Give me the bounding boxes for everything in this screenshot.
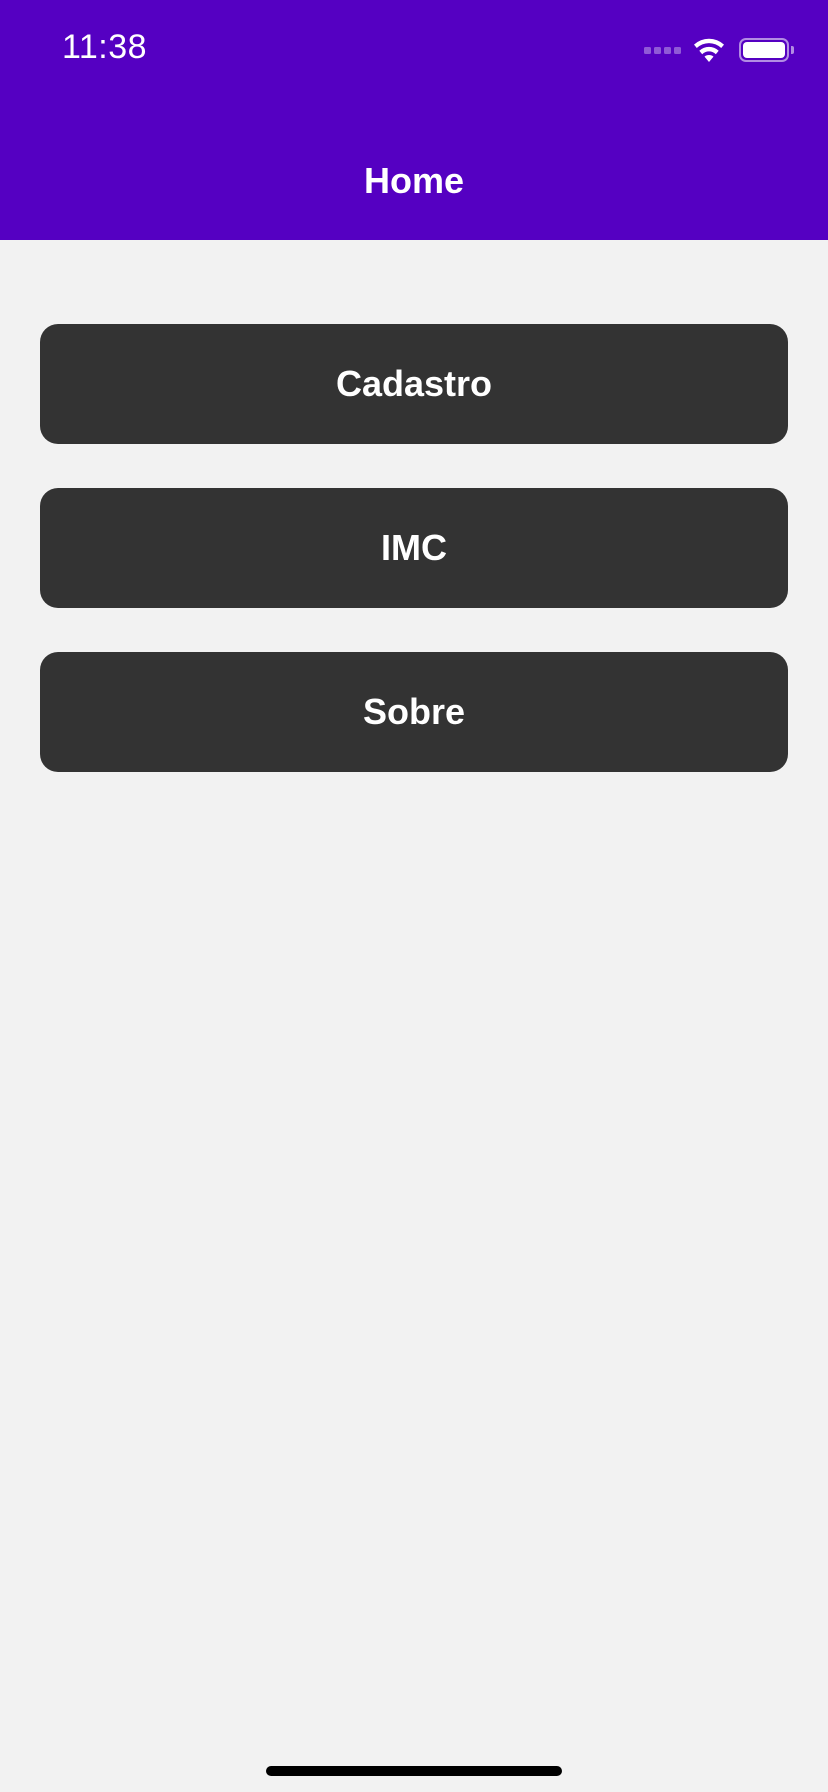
status-bar-time: 11:38	[62, 28, 148, 66]
home-menu: Cadastro IMC Sobre	[40, 324, 788, 816]
cellular-signal-icon	[644, 46, 681, 54]
battery-tip	[791, 46, 794, 54]
status-bar-indicators	[644, 36, 794, 64]
cadastro-button[interactable]: Cadastro	[40, 324, 788, 444]
sobre-button[interactable]: Sobre	[40, 652, 788, 772]
page-title: Home	[363, 160, 465, 201]
navigation-header: 11:38 Home	[0, 0, 828, 240]
wifi-icon	[694, 38, 724, 62]
imc-button[interactable]: IMC	[40, 488, 788, 608]
home-indicator[interactable]	[266, 1766, 562, 1776]
battery-level-fill	[743, 42, 785, 58]
battery-icon	[739, 38, 789, 62]
